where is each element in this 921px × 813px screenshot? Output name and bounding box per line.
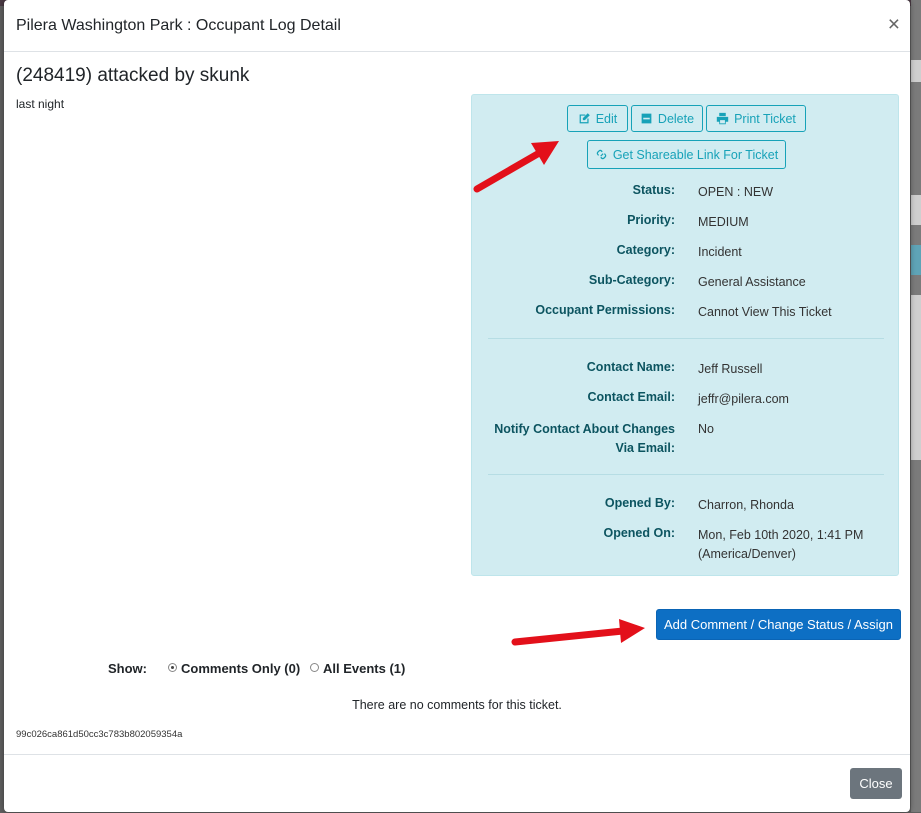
red-arrow-icon bbox=[511, 619, 645, 646]
print-ticket-button[interactable]: Print Ticket bbox=[706, 105, 806, 132]
notify-contact-label-line-1: Notify Contact About Changes bbox=[494, 422, 675, 436]
status-value: OPEN : NEW bbox=[698, 185, 774, 199]
edit-button[interactable]: Edit bbox=[567, 105, 628, 132]
priority-label: Priority: bbox=[627, 213, 675, 227]
opened-on-timezone: (America/Denver) bbox=[698, 547, 796, 561]
all-events-label[interactable]: All Events (1) bbox=[323, 661, 405, 676]
ticket-hash: 99c026ca861d50cc3c783b802059354a bbox=[16, 729, 183, 740]
edit-icon bbox=[579, 113, 590, 124]
delete-button-label: Delete bbox=[657, 111, 695, 126]
add-comment-change-status-assign-button[interactable]: Add Comment / Change Status / Assign bbox=[656, 609, 901, 640]
notify-contact-value: No bbox=[698, 422, 714, 436]
opened-by-label: Opened By: bbox=[604, 496, 675, 510]
get-shareable-link-button[interactable]: Get Shareable Link For Ticket bbox=[587, 140, 786, 169]
get-shareable-link-label: Get Shareable Link For Ticket bbox=[612, 147, 779, 162]
delete-button[interactable]: Delete bbox=[631, 105, 703, 132]
link-icon bbox=[596, 149, 606, 160]
contact-name-label: Contact Name: bbox=[586, 360, 675, 374]
modal-header: Pilera Washington Park : Occupant Log De… bbox=[4, 0, 910, 52]
subcategory-value: General Assistance bbox=[698, 275, 806, 289]
opened-on-date: Mon, Feb 10th 2020, 1:41 PM bbox=[698, 528, 864, 542]
ticket-description: last night bbox=[16, 97, 65, 111]
all-events-radio[interactable] bbox=[310, 663, 319, 672]
close-icon[interactable]: × bbox=[888, 14, 900, 35]
notify-contact-label: Notify Contact About Changes Via Email: bbox=[480, 420, 675, 458]
category-label: Category: bbox=[616, 243, 675, 257]
priority-value: MEDIUM bbox=[698, 215, 749, 229]
modal-title: Pilera Washington Park : Occupant Log De… bbox=[16, 17, 341, 34]
no-comments-message: There are no comments for this ticket. bbox=[352, 698, 562, 712]
background-fragment bbox=[911, 60, 921, 82]
print-icon bbox=[716, 112, 729, 125]
background-fragment bbox=[911, 295, 921, 460]
divider bbox=[488, 338, 884, 339]
contact-email-label: Contact Email: bbox=[587, 390, 675, 404]
opened-on-label: Opened On: bbox=[603, 526, 675, 540]
opened-on-value: Mon, Feb 10th 2020, 1:41 PM (America/Den… bbox=[698, 526, 863, 564]
divider bbox=[488, 474, 884, 475]
occupant-permissions-value: Cannot View This Ticket bbox=[698, 305, 832, 319]
background-right-edge bbox=[911, 0, 921, 812]
modal-footer bbox=[4, 754, 910, 813]
occupant-log-detail-modal: Pilera Washington Park : Occupant Log De… bbox=[4, 0, 910, 812]
background-fragment bbox=[911, 195, 921, 225]
ticket-title: (248419) attacked by skunk bbox=[16, 65, 250, 86]
subcategory-label: Sub-Category: bbox=[588, 273, 675, 287]
opened-by-value: Charron, Rhonda bbox=[698, 498, 794, 512]
contact-email-value: jeffr@pilera.com bbox=[698, 392, 789, 406]
print-ticket-label: Print Ticket bbox=[734, 111, 796, 126]
red-arrow-icon bbox=[473, 141, 559, 193]
minus-square-icon bbox=[641, 113, 652, 124]
contact-name-value: Jeff Russell bbox=[698, 362, 763, 376]
notify-contact-label-line-2: Via Email: bbox=[615, 441, 675, 455]
show-filter-label: Show: bbox=[108, 661, 147, 676]
edit-button-label: Edit bbox=[595, 111, 618, 126]
occupant-permissions-label: Occupant Permissions: bbox=[535, 303, 675, 317]
comments-only-radio[interactable] bbox=[168, 663, 177, 672]
comments-only-label[interactable]: Comments Only (0) bbox=[181, 661, 300, 676]
category-value: Incident bbox=[698, 245, 742, 259]
background-fragment bbox=[911, 245, 921, 275]
close-button[interactable]: Close bbox=[850, 768, 902, 799]
